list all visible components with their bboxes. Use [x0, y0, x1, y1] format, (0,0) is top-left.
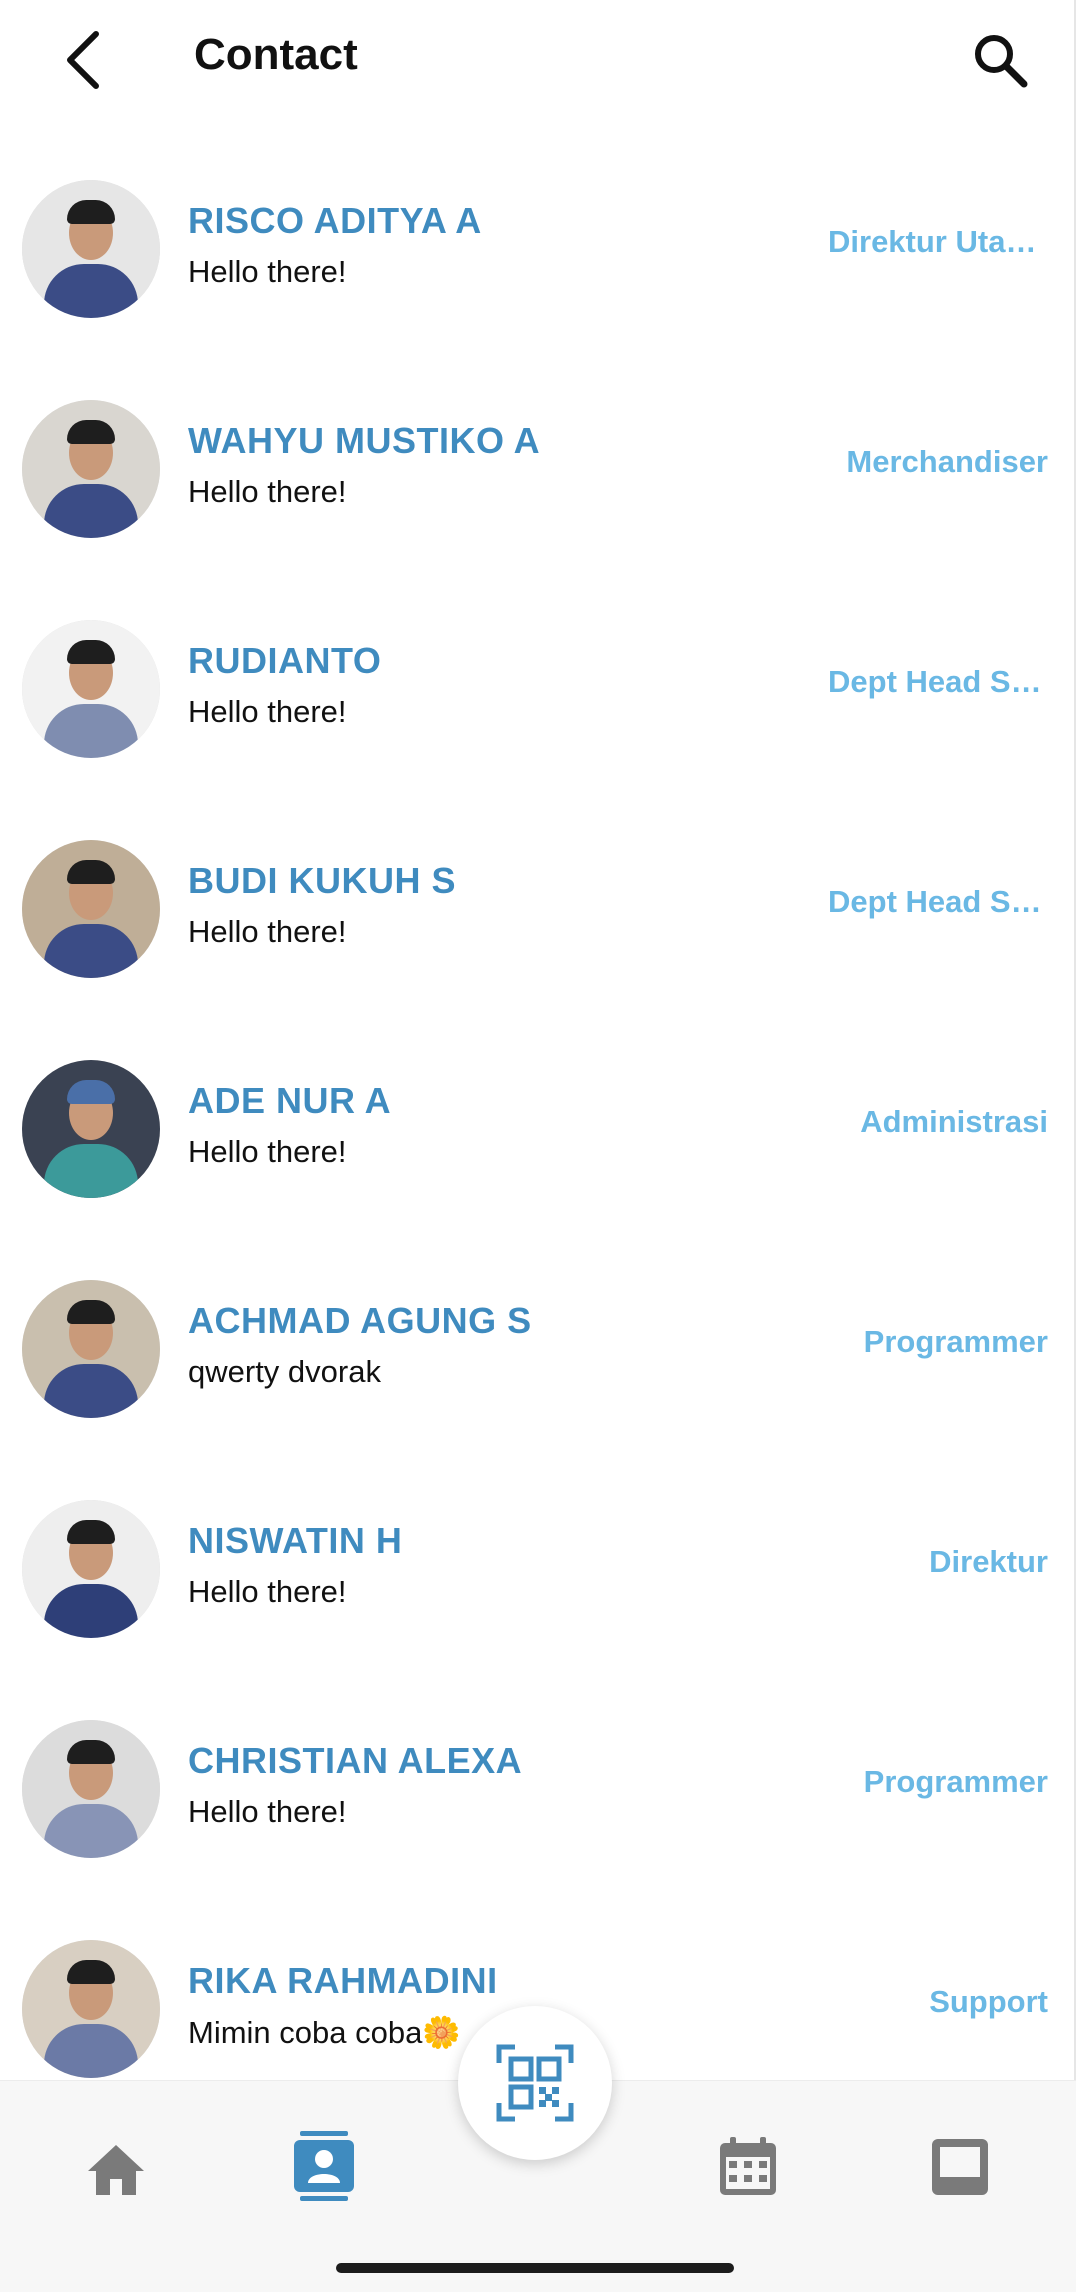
home-icon[interactable]: [84, 2137, 148, 2201]
avatar: [22, 1720, 160, 1858]
contact-role: Programmer: [863, 1764, 1048, 1799]
home-indicator[interactable]: [336, 2263, 734, 2273]
contact-row[interactable]: CHRISTIAN ALEXA Hello there! Programmer: [0, 1660, 1076, 1880]
contact-row[interactable]: RISCO ADITYA A Hello there! Direktur Uta…: [0, 120, 1076, 340]
contact-row[interactable]: NISWATIN H Hello there! Direktur: [0, 1440, 1076, 1660]
avatar: [22, 180, 160, 318]
contacts-icon[interactable]: [292, 2131, 356, 2201]
avatar: [22, 1500, 160, 1638]
contact-role: Dept Head Sales: [828, 664, 1048, 699]
contact-role: Direktur Utama: [828, 224, 1048, 259]
contact-message: Mimin coba coba🌼: [188, 2015, 461, 2050]
search-icon: [975, 35, 1028, 88]
qr-scan-icon: [496, 2044, 574, 2122]
contact-row[interactable]: ADE NUR A Hello there! Administrasi: [0, 1000, 1076, 1220]
contact-name: CHRISTIAN ALEXA: [188, 1740, 523, 1781]
calendar-icon[interactable]: [716, 2135, 780, 2199]
contact-name: WAHYU MUSTIKO A: [188, 420, 541, 461]
contact-message: Hello there!: [188, 474, 347, 509]
contact-message: Hello there!: [188, 1134, 347, 1169]
contact-role: Administrasi: [860, 1104, 1048, 1139]
contact-name: ACHMAD AGUNG S: [188, 1300, 532, 1341]
app-header: Contact: [0, 0, 1076, 120]
avatar: [22, 840, 160, 978]
contact-name: RUDIANTO: [188, 640, 382, 681]
page-title: Contact: [194, 30, 358, 79]
avatar: [22, 1280, 160, 1418]
contact-name: ADE NUR A: [188, 1080, 392, 1121]
contact-role: Support: [929, 1984, 1048, 2019]
qr-scan-button[interactable]: [458, 2006, 612, 2160]
contact-message: qwerty dvorak: [188, 1354, 381, 1389]
contact-row[interactable]: BUDI KUKUH S Hello there! Dept Head Sale…: [0, 780, 1076, 1000]
arrow-left-icon: [67, 31, 99, 89]
contact-role: Merchandiser: [846, 444, 1048, 479]
contact-role: Dept Head Sales: [828, 884, 1048, 919]
contact-message: Hello there!: [188, 914, 347, 949]
avatar: [22, 400, 160, 538]
contact-row[interactable]: WAHYU MUSTIKO A Hello there! Merchandise…: [0, 340, 1076, 560]
contact-message: Hello there!: [188, 1794, 347, 1829]
back-button[interactable]: [58, 30, 108, 90]
contact-message: Hello there!: [188, 694, 347, 729]
inbox-icon[interactable]: [928, 2135, 992, 2199]
contact-list[interactable]: RISCO ADITYA A Hello there! Direktur Uta…: [0, 120, 1076, 2080]
contact-name: RISCO ADITYA A: [188, 200, 482, 241]
avatar: [22, 620, 160, 758]
contact-row[interactable]: RUDIANTO Hello there! Dept Head Sales: [0, 560, 1076, 780]
contact-message: Hello there!: [188, 1574, 347, 1609]
contact-message: Hello there!: [188, 254, 347, 289]
contact-name: BUDI KUKUH S: [188, 860, 457, 901]
contact-name: RIKA RAHMADINI: [188, 1960, 498, 2001]
contact-row[interactable]: ACHMAD AGUNG S qwerty dvorak Programmer: [0, 1220, 1076, 1440]
contact-role: Direktur: [929, 1544, 1048, 1579]
search-button[interactable]: [972, 32, 1030, 90]
avatar: [22, 1060, 160, 1198]
contact-role: Programmer: [863, 1324, 1048, 1359]
contact-name: NISWATIN H: [188, 1520, 403, 1561]
avatar: [22, 1940, 160, 2078]
